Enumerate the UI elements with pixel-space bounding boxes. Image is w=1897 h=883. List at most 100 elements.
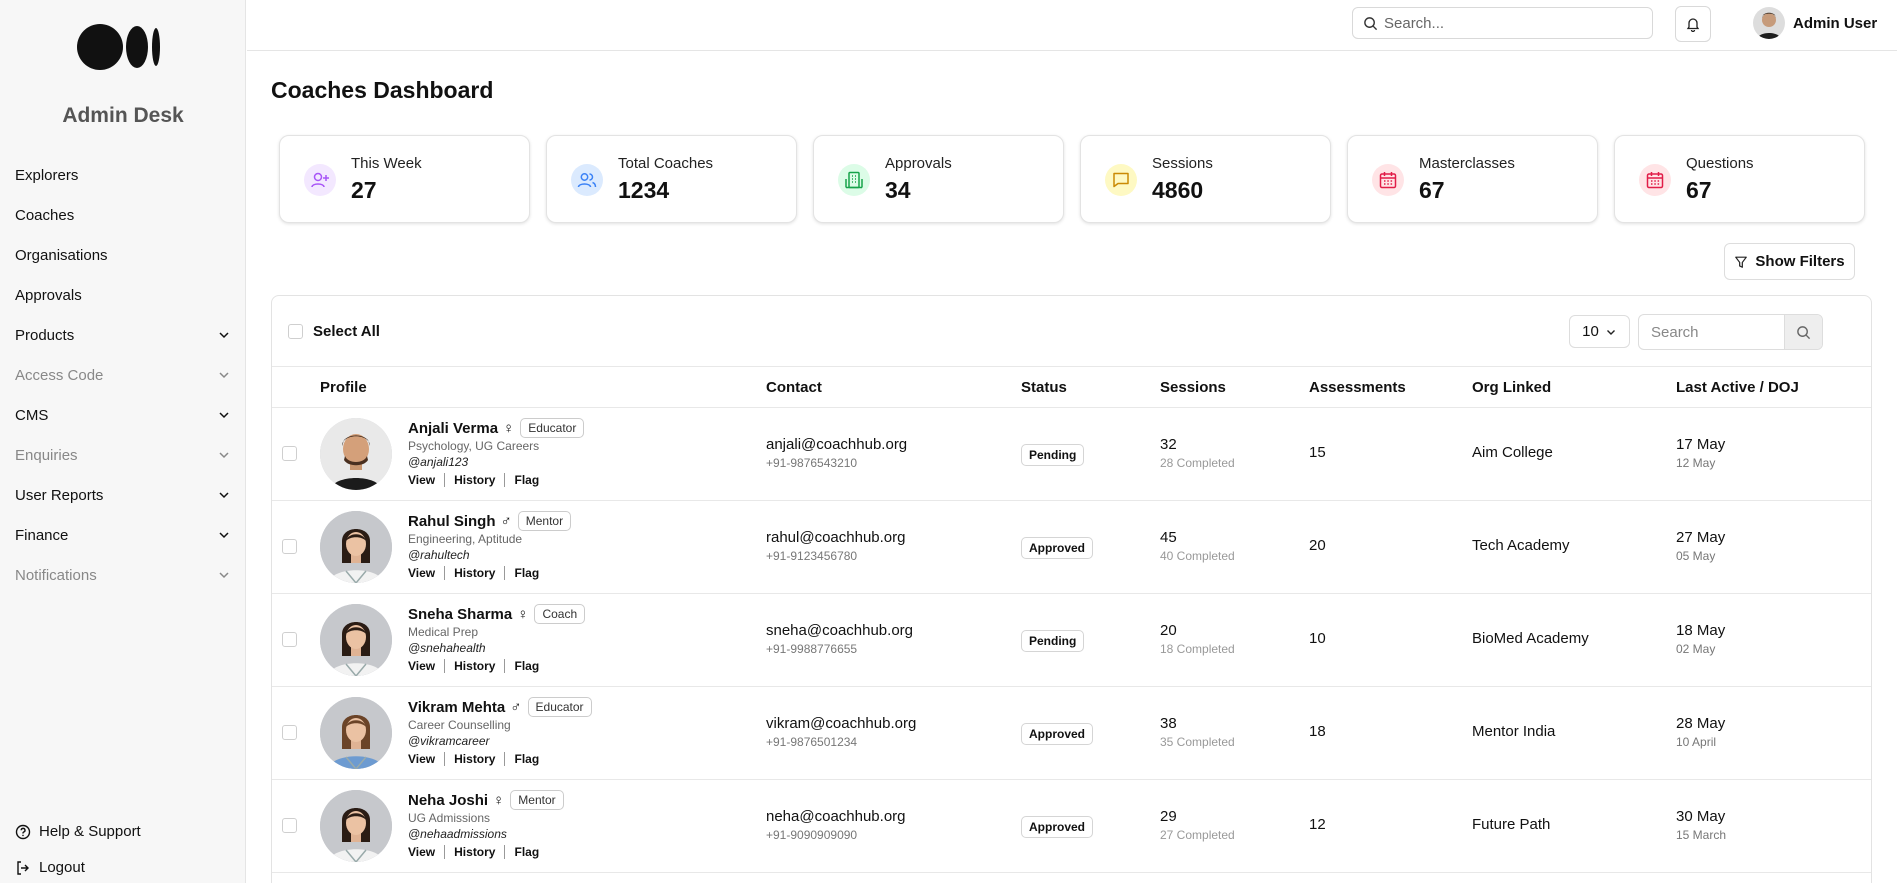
avatar	[320, 418, 392, 490]
stat-card-masterclasses: Masterclasses 67	[1347, 135, 1598, 223]
view-link[interactable]: View	[408, 566, 444, 580]
flag-link[interactable]: Flag	[504, 845, 548, 859]
column-header-assessments[interactable]: Assessments	[1309, 379, 1406, 396]
notifications-button[interactable]	[1675, 6, 1711, 42]
table-row[interactable]: Neha Joshi ♀ Mentor UG Admissions @nehaa…	[272, 780, 1871, 873]
sidebar-item-organisations[interactable]: Organisations	[0, 235, 246, 275]
page-size-select[interactable]: 10	[1569, 315, 1630, 348]
coach-handle: @anjali123	[408, 455, 469, 469]
sidebar-item-approvals[interactable]: Approvals	[0, 275, 246, 315]
search-icon	[1797, 325, 1811, 339]
sessions-completed: 28 Completed	[1160, 456, 1235, 470]
help-support-link[interactable]: Help & Support	[15, 823, 235, 840]
row-checkbox[interactable]	[282, 446, 297, 461]
column-header-status[interactable]: Status	[1021, 379, 1067, 396]
stat-card-sessions: Sessions 4860	[1080, 135, 1331, 223]
user-name: Admin User	[1793, 14, 1878, 32]
sessions-completed: 35 Completed	[1160, 735, 1235, 749]
assessments-count: 20	[1309, 537, 1326, 554]
coach-name[interactable]: Sneha Sharma	[408, 606, 512, 623]
sidebar-item-products[interactable]: Products	[0, 315, 246, 355]
org-linked: Future Path	[1472, 816, 1551, 833]
table-row[interactable]: Vikram Mehta ♂ Educator Career Counselli…	[272, 687, 1871, 780]
last-active: 27 May	[1676, 529, 1726, 546]
contact-phone: +91-9876501234	[766, 735, 858, 749]
stat-label: Approvals	[885, 155, 952, 172]
global-search-input[interactable]: Search...	[1352, 7, 1653, 39]
row-checkbox[interactable]	[282, 632, 297, 647]
column-header-sessions[interactable]: Sessions	[1160, 379, 1226, 396]
contact-email: anjali@coachhub.org	[766, 436, 908, 453]
sidebar-item-label: Organisations	[15, 246, 108, 264]
flag-link[interactable]: Flag	[504, 752, 548, 766]
sidebar-item-user-reports[interactable]: User Reports	[0, 475, 246, 515]
sidebar-item-access-code[interactable]: Access Code	[0, 355, 246, 395]
status-badge: Pending	[1021, 444, 1085, 466]
flag-link[interactable]: Flag	[504, 659, 548, 673]
sidebar-item-cms[interactable]: CMS	[0, 395, 246, 435]
view-link[interactable]: View	[408, 752, 444, 766]
chevron-down-icon	[219, 532, 229, 539]
history-link[interactable]: History	[444, 473, 504, 487]
sidebar-item-notifications[interactable]: Notifications	[0, 555, 246, 595]
sessions-count: 20	[1160, 622, 1177, 639]
table-row[interactable]: Sneha Sharma ♀ Coach Medical Prep @sneha…	[272, 594, 1871, 687]
date-of-joining: 02 May	[1676, 642, 1716, 656]
row-checkbox[interactable]	[282, 725, 297, 740]
sidebar-item-enquiries[interactable]: Enquiries	[0, 435, 246, 475]
last-active: 30 May	[1676, 808, 1726, 825]
row-actions: View History Flag	[408, 473, 548, 487]
history-link[interactable]: History	[444, 659, 504, 673]
history-link[interactable]: History	[444, 845, 504, 859]
table-row[interactable]: Anjali Verma ♀ Educator Psychology, UG C…	[272, 408, 1871, 501]
column-header-profile[interactable]: Profile	[320, 379, 367, 396]
stat-card-this-week: This Week 27	[279, 135, 530, 223]
row-checkbox[interactable]	[282, 818, 297, 833]
column-header-org-linked[interactable]: Org Linked	[1472, 379, 1551, 396]
checkbox[interactable]	[288, 324, 303, 339]
flag-link[interactable]: Flag	[504, 473, 548, 487]
gender-icon: ♀	[517, 605, 529, 623]
coach-name[interactable]: Neha Joshi	[408, 792, 488, 809]
view-link[interactable]: View	[408, 473, 444, 487]
page-title: Coaches Dashboard	[271, 77, 494, 103]
view-link[interactable]: View	[408, 845, 444, 859]
table-search-button[interactable]	[1784, 315, 1822, 349]
sidebar-item-finance[interactable]: Finance	[0, 515, 246, 555]
org-linked: BioMed Academy	[1472, 630, 1589, 647]
coaches-table: Select All 10 Search Profile Contact Statu…	[271, 295, 1872, 883]
search-icon	[1364, 16, 1378, 30]
table-row[interactable]: Rahul Singh ♂ Mentor Engineering, Aptitu…	[272, 501, 1871, 594]
sidebar-item-label: Finance	[15, 526, 69, 544]
role-badge: Educator	[527, 697, 592, 717]
avatar	[320, 511, 392, 583]
logout-link[interactable]: Logout	[15, 859, 235, 876]
select-all-checkbox[interactable]: Select All	[288, 323, 380, 340]
sidebar-item-coaches[interactable]: Coaches	[0, 195, 246, 235]
column-header-contact[interactable]: Contact	[766, 379, 822, 396]
coach-handle: @rahultech	[408, 548, 470, 562]
flag-link[interactable]: Flag	[504, 566, 548, 580]
coach-name[interactable]: Rahul Singh	[408, 513, 496, 530]
coach-name[interactable]: Anjali Verma	[408, 420, 498, 437]
date-of-joining: 15 March	[1676, 828, 1727, 842]
user-menu[interactable]: Admin User	[1753, 7, 1877, 39]
sidebar-item-label: Enquiries	[15, 446, 78, 464]
history-link[interactable]: History	[444, 566, 504, 580]
coach-specialization: UG Admissions	[408, 811, 491, 825]
role-badge: Mentor	[510, 790, 564, 810]
users-icon	[571, 164, 603, 196]
date-of-joining: 10 April	[1676, 735, 1717, 749]
view-link[interactable]: View	[408, 659, 444, 673]
coach-name[interactable]: Vikram Mehta	[408, 699, 505, 716]
history-link[interactable]: History	[444, 752, 504, 766]
row-checkbox[interactable]	[282, 539, 297, 554]
sidebar-item-explorers[interactable]: Explorers	[0, 155, 246, 195]
gender-icon: ♂	[500, 512, 512, 530]
column-header-last-active-doj[interactable]: Last Active / DOJ	[1676, 379, 1799, 396]
sessions-count: 29	[1160, 808, 1177, 825]
role-badge: Educator	[520, 418, 585, 438]
show-filters-button[interactable]: Show Filters	[1724, 243, 1855, 280]
user-plus-icon	[304, 164, 336, 196]
table-search-input[interactable]: Search	[1638, 314, 1823, 350]
